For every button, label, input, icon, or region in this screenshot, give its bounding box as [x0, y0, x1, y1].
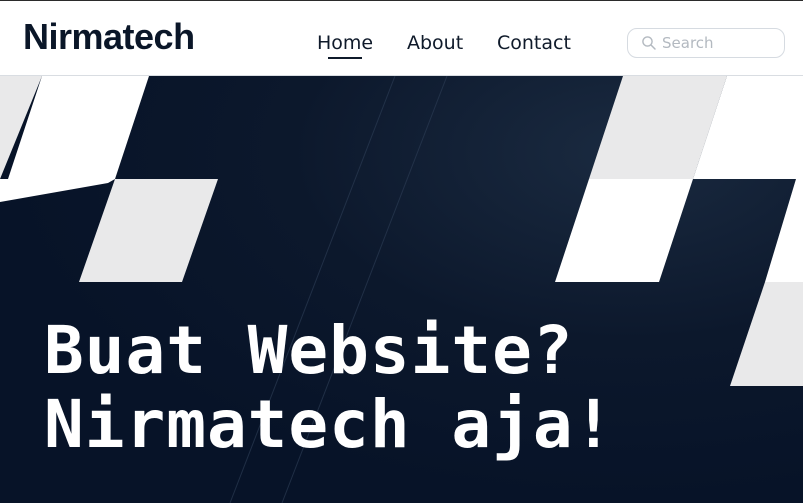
hero-headline-line: Nirmatech aja! — [44, 386, 615, 463]
page: Nirmatech Home About Contact Search Buat… — [0, 0, 803, 503]
hero-tile — [765, 179, 803, 282]
search-input[interactable] — [662, 32, 777, 54]
brand-logo[interactable]: Nirmatech — [23, 13, 195, 61]
nav-contact-link[interactable]: Contact — [497, 31, 571, 55]
hero-tile — [730, 282, 803, 386]
navbar: Nirmatech Home About Contact — [0, 0, 803, 76]
hero-tile — [0, 179, 115, 202]
hero-section: Buat Website? Nirmatech aja! — [0, 76, 803, 503]
hero-tile — [79, 179, 218, 282]
nav-home-link[interactable]: Home — [317, 31, 373, 59]
hero-headline: Buat Website? Nirmatech aja! — [44, 314, 614, 462]
nav-about-link[interactable]: About — [407, 31, 463, 55]
hero-tile — [555, 179, 693, 282]
hero-headline-line: Buat Website? — [44, 312, 574, 389]
search-icon — [642, 36, 656, 50]
search-box[interactable] — [627, 28, 785, 58]
